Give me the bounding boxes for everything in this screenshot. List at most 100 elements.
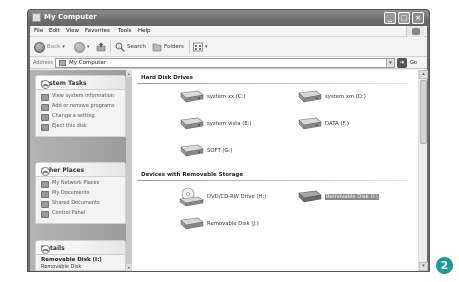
toolbar-separator	[110, 40, 111, 54]
windows-flag-logo	[406, 26, 424, 37]
collapse-chevron-icon[interactable]: ︽	[41, 167, 50, 176]
task-change-setting[interactable]: Change a setting	[41, 113, 121, 121]
menu-file[interactable]: File	[34, 28, 43, 34]
views-icon	[193, 42, 203, 52]
my-computer-icon	[32, 13, 41, 22]
back-label: Back	[47, 44, 61, 50]
address-value: My Computer	[69, 60, 107, 66]
go-arrow-icon[interactable]: ➜	[397, 58, 407, 68]
search-label: Search	[127, 44, 146, 50]
other-places-header[interactable]: Other Places ︽	[36, 163, 125, 177]
forward-button[interactable]: ▾	[74, 40, 90, 54]
task-pane: System Tasks ︽ View system information A…	[30, 70, 132, 271]
up-folder-button[interactable]	[96, 40, 106, 54]
address-bar: Address My Computer ▾ ➜ Go	[30, 57, 427, 69]
menu-bar: File Edit View Favorites Tools Help	[30, 26, 427, 37]
task-label: View system information	[52, 93, 114, 99]
toolbar: Back ▾ ▾ Search Folders ▾	[30, 37, 427, 57]
explorer-window: My Computer _ □ × File Edit View Favorit…	[27, 9, 430, 272]
drive-h[interactable]: DVD/CD-RW Drive (H:)	[178, 187, 266, 207]
hard-drive-icon	[298, 117, 322, 130]
place-label: My Network Places	[52, 180, 100, 186]
collapse-chevron-icon[interactable]: ︽	[41, 245, 50, 254]
drive-label: Removable Disk (I:)	[325, 194, 379, 200]
add-remove-programs-icon	[41, 104, 49, 111]
task-eject-disk[interactable]: Eject this disk	[41, 123, 121, 131]
menu-tools[interactable]: Tools	[118, 28, 132, 34]
drive-label: system xm (D:)	[325, 94, 366, 100]
go-button[interactable]: Go	[410, 60, 417, 66]
drive-label: Removable Disk (J:)	[207, 221, 259, 227]
folders-button[interactable]: Folders	[152, 40, 184, 54]
close-button[interactable]: ×	[412, 12, 424, 24]
hard-drive-icon	[180, 144, 204, 157]
control-panel-icon	[41, 211, 49, 218]
removable-disk-icon	[180, 217, 204, 230]
documents-folder-icon	[41, 191, 49, 198]
removable-group-header: Devices with Removable Storage	[132, 170, 418, 181]
drive-e[interactable]: system vista (E:)	[178, 116, 251, 132]
menu-edit[interactable]: Edit	[49, 28, 60, 34]
forward-arrow-icon	[74, 41, 85, 53]
details-item-name: Removable Disk (I:)	[41, 257, 102, 263]
drive-j[interactable]: Removable Disk (J:)	[178, 216, 259, 232]
toolbar-separator	[189, 40, 190, 54]
drive-label: system xx (C:)	[207, 94, 246, 100]
hard-drive-icon	[298, 90, 322, 103]
back-dropdown-icon: ▾	[62, 44, 65, 50]
forward-dropdown-icon: ▾	[87, 44, 90, 50]
system-tasks-header[interactable]: System Tasks ︽	[36, 76, 125, 90]
drive-label: system vista (E:)	[207, 121, 252, 127]
hard-disk-group-header: Hard Disk Drives	[132, 73, 418, 84]
up-folder-icon	[96, 42, 106, 52]
task-add-remove-programs[interactable]: Add or remove programs	[41, 103, 121, 111]
folders-icon	[152, 43, 162, 52]
drive-c[interactable]: system xx (C:)	[178, 89, 245, 105]
place-my-documents[interactable]: My Documents	[41, 190, 121, 198]
address-input[interactable]: My Computer ▾	[55, 58, 395, 68]
menu-favorites[interactable]: Favorites	[85, 28, 110, 34]
address-label: Address	[33, 60, 53, 66]
network-places-icon	[41, 181, 49, 188]
address-dropdown-icon[interactable]: ▾	[386, 59, 394, 67]
menu-view[interactable]: View	[66, 28, 79, 34]
place-control-panel[interactable]: Control Panel	[41, 210, 121, 218]
search-button[interactable]: Search	[115, 40, 146, 54]
maximize-button[interactable]: □	[398, 12, 410, 24]
collapse-chevron-icon[interactable]: ︽	[41, 80, 50, 89]
removable-disk-icon	[298, 190, 322, 203]
place-label: My Documents	[52, 190, 90, 196]
window-title: My Computer	[44, 13, 97, 21]
drive-g[interactable]: SOFT (G:)	[178, 143, 232, 159]
content-scrollbar[interactable]: ▴ ▾	[418, 70, 428, 271]
details-header[interactable]: Details ︽	[36, 241, 125, 255]
menu-help[interactable]: Help	[138, 28, 151, 34]
place-label: Control Panel	[52, 210, 86, 216]
task-view-system-info[interactable]: View system information	[41, 93, 121, 101]
place-shared-documents[interactable]: Shared Documents	[41, 200, 121, 208]
scroll-up-icon[interactable]: ▴	[419, 70, 428, 79]
drive-f[interactable]: DATA (F:)	[296, 116, 349, 132]
minimize-button[interactable]: _	[384, 12, 396, 24]
title-bar[interactable]: My Computer _ □ ×	[28, 10, 429, 26]
drive-label: SOFT (G:)	[207, 148, 233, 154]
place-my-network-places[interactable]: My Network Places	[41, 180, 121, 188]
task-label: Add or remove programs	[52, 103, 115, 109]
dvd-drive-icon	[179, 187, 204, 207]
back-button[interactable]: Back ▾	[34, 40, 65, 54]
shared-folder-icon	[41, 201, 49, 208]
drive-label: DVD/CD-RW Drive (H:)	[207, 194, 267, 200]
hard-drive-icon	[180, 117, 204, 130]
details-item-type: Removable Disk	[41, 264, 82, 270]
views-button[interactable]: ▾	[193, 40, 208, 54]
scroll-down-icon[interactable]: ▾	[419, 262, 428, 271]
my-computer-small-icon	[59, 60, 66, 66]
drive-i-selected[interactable]: Removable Disk (I:)	[296, 189, 379, 205]
window-client: File Edit View Favorites Tools Help Back…	[30, 26, 428, 271]
scroll-thumb[interactable]	[420, 80, 427, 144]
eject-icon	[41, 124, 49, 131]
task-label: Change a setting	[52, 113, 95, 119]
removable-group-title: Devices with Removable Storage	[141, 172, 244, 178]
drive-d[interactable]: system xm (D:)	[296, 89, 366, 105]
step-number-badge: 2	[436, 257, 453, 274]
